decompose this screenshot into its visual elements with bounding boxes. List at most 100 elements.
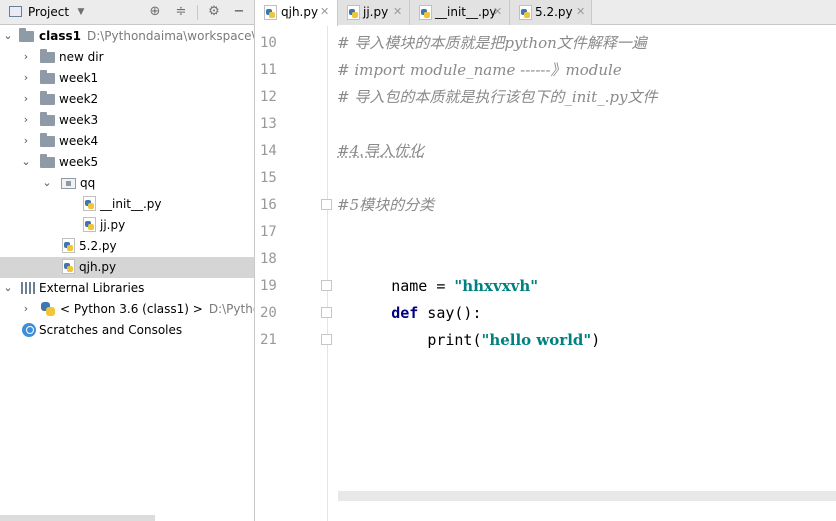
editor-horizontal-scrollbar[interactable] xyxy=(338,491,836,501)
tab-label: __init__.py xyxy=(435,5,497,19)
tree-item-week1[interactable]: › week1 xyxy=(0,68,254,89)
line-number: 17 xyxy=(260,224,277,240)
scratches-icon xyxy=(22,323,36,337)
punctuation-token: ) xyxy=(591,331,601,349)
python-file-icon xyxy=(347,5,360,20)
tree-item-new-dir[interactable]: › new dir xyxy=(0,47,254,68)
line-number: 19 xyxy=(260,278,277,294)
line-number: 20 xyxy=(260,305,277,321)
tree-item-jj-py[interactable]: jj.py xyxy=(0,215,254,236)
line-number: 18 xyxy=(260,251,277,267)
code-line-12[interactable]: # 导入包的本质就是执行该包下的_init_.py文件 xyxy=(337,84,657,111)
chevron-right-icon[interactable]: › xyxy=(19,70,33,86)
chevron-right-icon[interactable]: › xyxy=(19,133,33,149)
tree-item-label: 5.2.py xyxy=(79,239,117,253)
gear-icon[interactable]: ⚙ xyxy=(205,3,223,21)
chevron-right-icon[interactable]: › xyxy=(19,112,33,128)
tree-item-label: week2 xyxy=(59,92,99,106)
tree-item-week2[interactable]: › week2 xyxy=(0,89,254,110)
tab-5-2-py[interactable]: 5.2.py ✕ xyxy=(510,0,592,25)
tab-label: 5.2.py xyxy=(535,5,573,19)
code-editor[interactable]: 10 11 12 13 14 15 16 17 18 19 20 21 # 导入… xyxy=(256,26,836,521)
code-line-19[interactable]: def say(): xyxy=(337,273,481,322)
python-file-icon xyxy=(419,5,432,20)
tree-item-label: class1 xyxy=(39,29,81,43)
close-icon[interactable]: ✕ xyxy=(320,5,329,19)
code-line-16[interactable]: #5模块的分类 xyxy=(337,192,434,219)
code-line-10[interactable]: # 导入模块的本质就是把python文件解释一遍 xyxy=(337,30,647,57)
tree-item-5-2-py[interactable]: 5.2.py xyxy=(0,236,254,257)
tree-item-label: week4 xyxy=(59,134,99,148)
tree-item-qq[interactable]: ⌄ qq xyxy=(0,173,254,194)
chevron-down-icon[interactable]: ▼ xyxy=(72,3,90,21)
code-line-18[interactable]: name = "hhxvxvh" xyxy=(337,246,538,295)
python-file-icon xyxy=(83,217,96,232)
project-horizontal-scrollbar[interactable] xyxy=(0,515,155,521)
collapse-icon[interactable]: ≑ xyxy=(172,3,190,21)
tree-item-week5[interactable]: ⌄ week5 xyxy=(0,152,254,173)
close-icon[interactable]: ✕ xyxy=(493,5,502,19)
folder-icon xyxy=(40,112,55,126)
project-view-title[interactable]: Project xyxy=(28,5,69,19)
tree-item-scratches[interactable]: Scratches and Consoles xyxy=(0,320,254,341)
tree-item-week4[interactable]: › week4 xyxy=(0,131,254,152)
fold-marker-icon[interactable] xyxy=(321,280,332,291)
tab-jj-py[interactable]: jj.py ✕ xyxy=(338,0,410,25)
chevron-down-icon[interactable]: ⌄ xyxy=(40,175,54,191)
tree-item-path: D:\Pythondaima\workspace\cl xyxy=(86,29,255,43)
tree-item-week3[interactable]: › week3 xyxy=(0,110,254,131)
folder-icon xyxy=(40,49,55,63)
chevron-right-icon[interactable]: › xyxy=(19,49,33,65)
close-icon[interactable]: ✕ xyxy=(393,5,402,19)
tree-item-label: week1 xyxy=(59,71,99,85)
line-number: 14 xyxy=(260,143,277,159)
chevron-right-icon[interactable]: › xyxy=(19,91,33,107)
tree-item-qjh-py[interactable]: qjh.py xyxy=(0,257,254,278)
python-logo-icon xyxy=(41,302,55,316)
tree-item-init-py[interactable]: __init__.py xyxy=(0,194,254,215)
tree-item-class1[interactable]: ⌄ class1 D:\Pythondaima\workspace\cl xyxy=(0,26,254,47)
line-number: 15 xyxy=(260,170,277,186)
line-number: 16 xyxy=(260,197,277,213)
tab-label: jj.py xyxy=(363,5,389,19)
fold-marker-icon[interactable] xyxy=(321,307,332,318)
tab-init-py[interactable]: __init__.py ✕ xyxy=(410,0,510,25)
tree-item-label: __init__.py xyxy=(100,197,162,211)
tree-item-label: < Python 3.6 (class1) > xyxy=(60,302,203,316)
project-panel: Project ▼ ⊕ ≑ ⚙ − ⌄ class1 D:\Pythondaima… xyxy=(0,0,255,521)
python-file-icon xyxy=(264,5,277,20)
fold-marker-icon[interactable] xyxy=(321,199,332,210)
tree-item-label: Scratches and Consoles xyxy=(39,323,183,337)
tab-label: qjh.py xyxy=(281,5,319,19)
folder-icon xyxy=(40,91,55,105)
code-line-11[interactable]: # import module_name ------》module xyxy=(337,57,622,84)
chevron-down-icon[interactable]: ⌄ xyxy=(19,154,33,170)
tree-item-path: D:\Python xyxy=(208,302,254,316)
target-icon[interactable]: ⊕ xyxy=(146,3,164,21)
folder-icon xyxy=(19,28,34,42)
tree-item-label: week3 xyxy=(59,113,99,127)
chevron-right-icon[interactable]: › xyxy=(19,301,33,317)
chevron-down-icon[interactable]: ⌄ xyxy=(1,280,15,296)
code-line-14[interactable]: #4.导入优化 xyxy=(337,138,424,165)
fold-marker-icon[interactable] xyxy=(321,334,332,345)
project-view-icon xyxy=(9,6,22,17)
builtin-token: print xyxy=(427,331,473,349)
tab-qjh-py[interactable]: qjh.py ✕ xyxy=(256,0,338,26)
punctuation-token: ( xyxy=(472,331,482,349)
tree-item-label: jj.py xyxy=(100,218,126,232)
line-number: 10 xyxy=(260,35,277,51)
minimize-icon[interactable]: − xyxy=(230,3,248,21)
code-line-20[interactable]: print("hello world") xyxy=(337,300,600,349)
tree-item-external-libraries[interactable]: ⌄ External Libraries xyxy=(0,278,254,299)
toolbar-divider xyxy=(197,5,198,20)
folder-icon xyxy=(40,70,55,84)
tree-item-python-sdk[interactable]: › < Python 3.6 (class1) > D:\Python xyxy=(0,299,254,320)
python-file-icon xyxy=(83,196,96,211)
tree-item-label: External Libraries xyxy=(39,281,145,295)
tree-item-label: week5 xyxy=(59,155,99,169)
chevron-down-icon[interactable]: ⌄ xyxy=(1,28,15,44)
editor-tab-bar: qjh.py ✕ jj.py ✕ __init__.py ✕ 5.2.py ✕ xyxy=(256,0,836,26)
package-icon xyxy=(61,178,76,189)
close-icon[interactable]: ✕ xyxy=(576,5,585,19)
